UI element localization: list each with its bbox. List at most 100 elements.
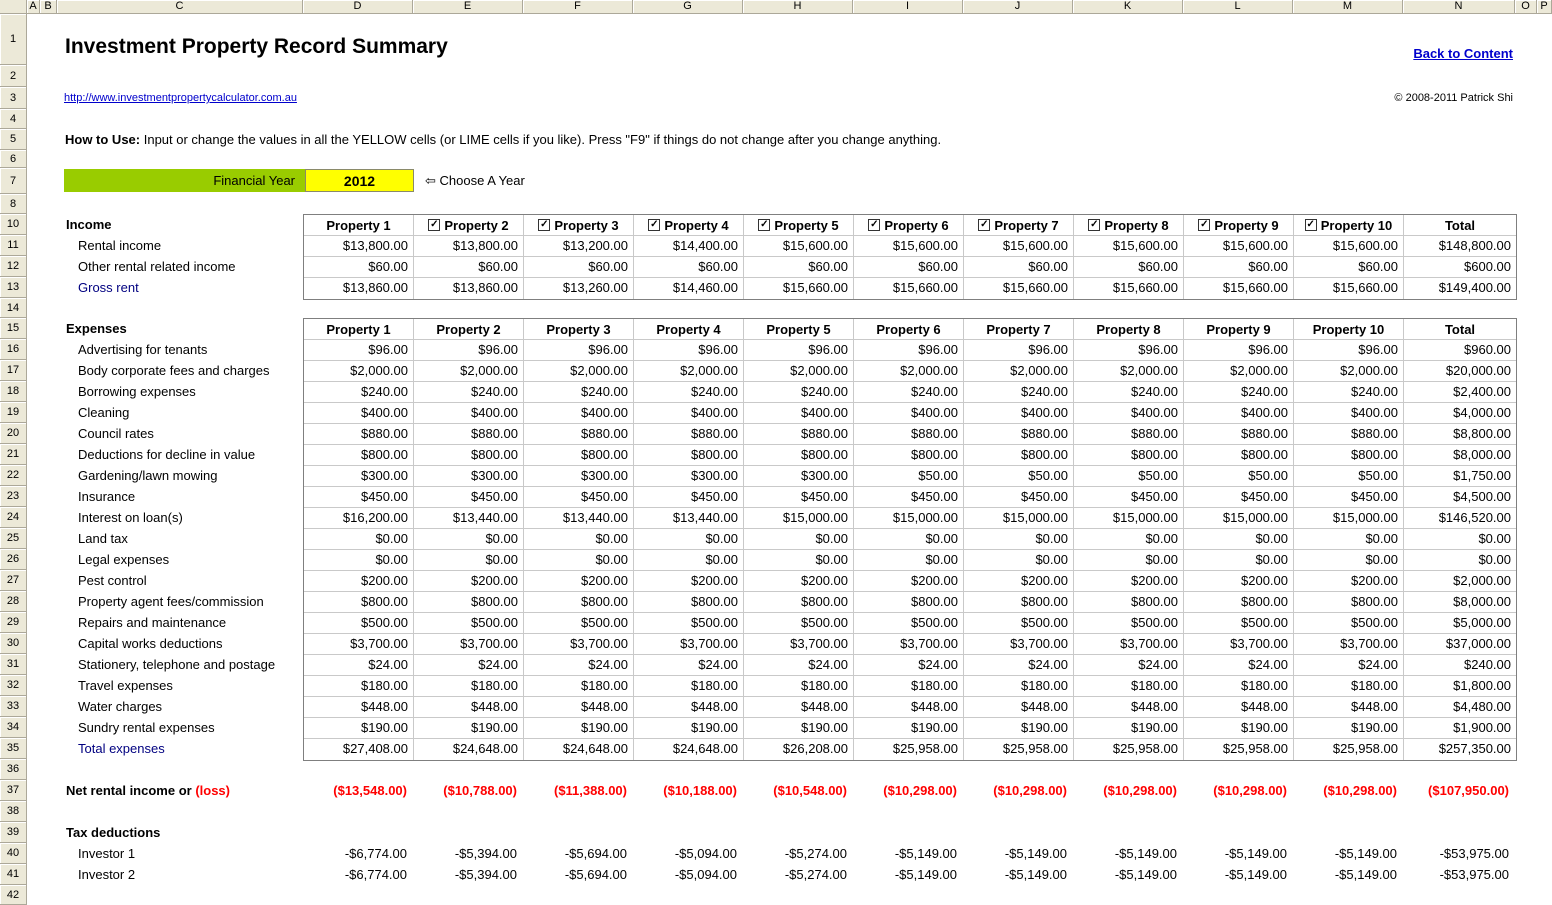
value-cell[interactable]: -$5,149.00 <box>1293 864 1403 885</box>
value-cell[interactable]: -$5,694.00 <box>523 864 633 885</box>
value-cell[interactable]: $24.00 <box>304 655 414 676</box>
value-cell[interactable]: $15,000.00 <box>964 508 1074 529</box>
value-cell[interactable]: $24.00 <box>744 655 854 676</box>
value-cell[interactable]: ($10,298.00) <box>853 780 963 801</box>
value-cell[interactable]: $400.00 <box>414 403 524 424</box>
value-cell[interactable]: -$6,774.00 <box>303 864 413 885</box>
column-header-H[interactable]: H <box>743 0 853 14</box>
value-cell[interactable]: $450.00 <box>854 487 964 508</box>
row-header-32[interactable]: 32 <box>0 675 27 696</box>
value-cell[interactable]: $240.00 <box>854 382 964 403</box>
value-cell[interactable]: $13,800.00 <box>414 236 524 257</box>
row-header-12[interactable]: 12 <box>0 256 27 277</box>
value-cell[interactable]: $24.00 <box>1074 655 1184 676</box>
value-cell[interactable]: $50.00 <box>1294 466 1404 487</box>
value-cell[interactable]: $200.00 <box>744 571 854 592</box>
value-cell[interactable]: $0.00 <box>524 529 634 550</box>
value-cell[interactable]: $15,000.00 <box>744 508 854 529</box>
value-cell[interactable]: $800.00 <box>744 445 854 466</box>
row-header-17[interactable]: 17 <box>0 360 27 381</box>
value-cell[interactable]: $96.00 <box>634 340 744 361</box>
value-cell[interactable]: $450.00 <box>744 487 854 508</box>
value-cell[interactable]: $800.00 <box>1074 592 1184 613</box>
value-cell[interactable]: $15,600.00 <box>964 236 1074 257</box>
value-cell[interactable]: $60.00 <box>854 257 964 278</box>
row-header-16[interactable]: 16 <box>0 339 27 360</box>
value-cell[interactable]: $0.00 <box>414 529 524 550</box>
column-header-cell[interactable]: ✓Property 6 <box>854 215 964 236</box>
value-cell[interactable]: $500.00 <box>1074 613 1184 634</box>
value-cell[interactable]: -$5,149.00 <box>963 864 1073 885</box>
value-cell[interactable]: $880.00 <box>304 424 414 445</box>
value-cell[interactable]: $25,958.00 <box>1294 739 1404 760</box>
value-cell[interactable]: -$53,975.00 <box>1403 864 1515 885</box>
value-cell[interactable]: $240.00 <box>1294 382 1404 403</box>
value-cell[interactable]: $0.00 <box>1294 529 1404 550</box>
value-cell[interactable]: $15,600.00 <box>1294 236 1404 257</box>
value-cell[interactable]: $450.00 <box>964 487 1074 508</box>
value-cell[interactable]: $24,648.00 <box>524 739 634 760</box>
value-cell[interactable]: $60.00 <box>414 257 524 278</box>
row-header-8[interactable]: 8 <box>0 194 27 214</box>
value-cell[interactable]: $448.00 <box>1074 697 1184 718</box>
row-header-15[interactable]: 15 <box>0 318 27 339</box>
value-cell[interactable]: $50.00 <box>964 466 1074 487</box>
value-cell[interactable]: $400.00 <box>964 403 1074 424</box>
column-header-G[interactable]: G <box>633 0 743 14</box>
value-cell[interactable]: $450.00 <box>304 487 414 508</box>
value-cell[interactable]: ($107,950.00) <box>1403 780 1515 801</box>
value-cell[interactable]: $2,000.00 <box>634 361 744 382</box>
value-cell[interactable]: $190.00 <box>1184 718 1294 739</box>
row-header-18[interactable]: 18 <box>0 381 27 402</box>
column-header-C[interactable]: C <box>57 0 303 14</box>
value-cell[interactable]: $2,000.00 <box>964 361 1074 382</box>
value-cell[interactable]: $0.00 <box>744 529 854 550</box>
value-cell[interactable]: $450.00 <box>414 487 524 508</box>
value-cell[interactable]: $13,860.00 <box>304 278 414 299</box>
value-cell[interactable]: $200.00 <box>304 571 414 592</box>
value-cell[interactable]: $0.00 <box>1294 550 1404 571</box>
value-cell[interactable]: $800.00 <box>524 592 634 613</box>
column-header-F[interactable]: F <box>523 0 633 14</box>
value-cell[interactable]: $800.00 <box>634 592 744 613</box>
value-cell[interactable]: $500.00 <box>304 613 414 634</box>
row-header-11[interactable]: 11 <box>0 235 27 256</box>
column-header-cell[interactable]: ✓Property 2 <box>414 215 524 236</box>
value-cell[interactable]: $800.00 <box>414 445 524 466</box>
value-cell[interactable]: $15,000.00 <box>1184 508 1294 529</box>
row-header-5[interactable]: 5 <box>0 129 27 150</box>
value-cell[interactable]: -$5,394.00 <box>413 843 523 864</box>
value-cell[interactable]: $257,350.00 <box>1404 739 1516 760</box>
value-cell[interactable]: $60.00 <box>964 257 1074 278</box>
value-cell[interactable]: $800.00 <box>414 592 524 613</box>
row-header-34[interactable]: 34 <box>0 717 27 738</box>
row-header-42[interactable]: 42 <box>0 885 27 905</box>
value-cell[interactable]: $880.00 <box>964 424 1074 445</box>
value-cell[interactable]: $800.00 <box>964 592 1074 613</box>
value-cell[interactable]: $448.00 <box>744 697 854 718</box>
value-cell[interactable]: $0.00 <box>524 550 634 571</box>
column-header-B[interactable]: B <box>40 0 57 14</box>
value-cell[interactable]: $15,000.00 <box>1294 508 1404 529</box>
value-cell[interactable]: ($10,298.00) <box>1183 780 1293 801</box>
row-header-6[interactable]: 6 <box>0 150 27 168</box>
value-cell[interactable]: $50.00 <box>1184 466 1294 487</box>
value-cell[interactable]: $25,958.00 <box>854 739 964 760</box>
column-header-cell[interactable]: Property 2 <box>414 319 524 340</box>
value-cell[interactable]: $96.00 <box>414 340 524 361</box>
value-cell[interactable]: $500.00 <box>634 613 744 634</box>
column-header-K[interactable]: K <box>1073 0 1183 14</box>
value-cell[interactable]: $800.00 <box>1184 445 1294 466</box>
value-cell[interactable]: $0.00 <box>1184 550 1294 571</box>
value-cell[interactable]: $1,900.00 <box>1404 718 1516 739</box>
row-header-38[interactable]: 38 <box>0 801 27 822</box>
value-cell[interactable]: $15,660.00 <box>1294 278 1404 299</box>
column-header-cell[interactable]: Property 7 <box>964 319 1074 340</box>
website-link[interactable]: http://www.investmentpropertycalculator.… <box>64 87 297 109</box>
column-header-cell[interactable]: ✓Property 4 <box>634 215 744 236</box>
value-cell[interactable]: $448.00 <box>414 697 524 718</box>
value-cell[interactable]: $1,800.00 <box>1404 676 1516 697</box>
value-cell[interactable]: $24.00 <box>854 655 964 676</box>
value-cell[interactable]: $2,000.00 <box>304 361 414 382</box>
value-cell[interactable]: $400.00 <box>1074 403 1184 424</box>
